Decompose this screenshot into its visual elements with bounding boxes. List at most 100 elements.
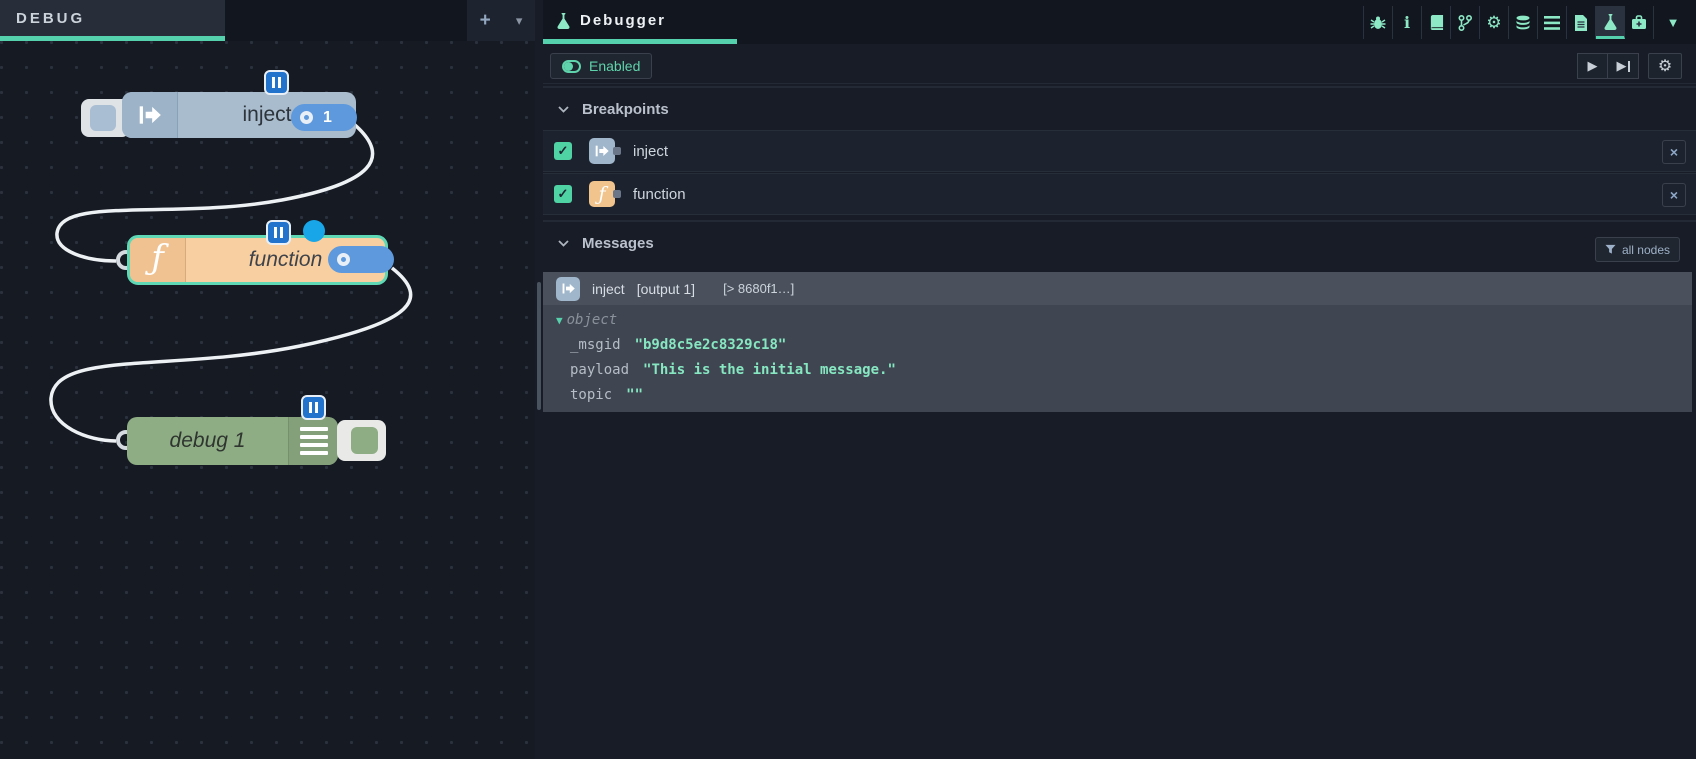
object-root-label: object	[567, 312, 618, 328]
inject-queue-count: 1	[323, 109, 332, 127]
field-key: payload	[570, 362, 629, 378]
debug-message[interactable]: inject [output 1] [> 8680f1…] ▼ object _…	[543, 272, 1692, 412]
add-flow-button[interactable]: +	[480, 11, 491, 30]
play-button[interactable]: ▶	[1577, 53, 1608, 79]
chevron-down-icon	[558, 106, 569, 113]
port-stub	[613, 190, 621, 198]
debugger-settings-button[interactable]: ⚙	[1648, 53, 1682, 79]
filter-label: all nodes	[1622, 243, 1670, 257]
bug-icon[interactable]	[1364, 6, 1393, 39]
node-debug[interactable]: debug 1	[127, 417, 338, 465]
debug-node-label: debug 1	[127, 417, 288, 465]
field-value: "This is the initial message."	[643, 362, 896, 378]
info-icon[interactable]: i	[1393, 6, 1422, 39]
debugger-sidebar: Debugger i ⚙	[543, 0, 1696, 759]
canvas-dot-grid	[0, 41, 535, 759]
message-field-row: topic ""	[570, 387, 896, 403]
flow-tab-bar: DEBUG + ▾	[0, 0, 535, 41]
database-icon[interactable]	[1509, 6, 1538, 39]
function-breakpoint-pause-badge[interactable]	[266, 220, 291, 245]
flask-icon	[556, 12, 571, 29]
breakpoint-checkbox[interactable]: ✓	[554, 185, 572, 203]
queue-ring-icon	[300, 111, 313, 124]
panel-scrollbar-thumb[interactable]	[537, 282, 541, 410]
debug-enable-toggle-button[interactable]	[337, 420, 386, 461]
function-queued-count-badge[interactable]	[328, 246, 394, 273]
field-value: "b9d8c5e2c8329c18"	[635, 337, 787, 353]
document-icon[interactable]	[1567, 6, 1596, 39]
message-field-row: _msgid "b9d8c5e2c8329c18"	[570, 337, 896, 353]
message-id-link[interactable]: [> 8680f1…]	[723, 281, 794, 296]
message-object-tree: ▼ object _msgid "b9d8c5e2c8329c18" paylo…	[556, 312, 896, 403]
gear-icon[interactable]: ⚙	[1480, 6, 1509, 39]
play-icon: ▶	[1588, 58, 1598, 74]
panel-divider	[535, 0, 543, 759]
breakpoint-label: inject	[633, 143, 668, 160]
breakpoint-checkbox[interactable]: ✓	[554, 142, 572, 160]
breakpoint-row-function: ✓ ƒ function ×	[543, 173, 1696, 215]
queue-ring-icon	[337, 253, 350, 266]
function-glyph: ƒ	[151, 238, 164, 278]
function-mini-icon: ƒ	[589, 181, 615, 207]
object-root-toggle[interactable]: ▼ object	[556, 312, 896, 328]
run-controls: ▶ ▶	[1577, 53, 1639, 79]
remove-breakpoint-button[interactable]: ×	[1662, 140, 1686, 164]
message-filter-button[interactable]: all nodes	[1595, 237, 1680, 262]
messages-section-header[interactable]: Messages all nodes	[543, 220, 1696, 264]
close-icon: ×	[1670, 144, 1678, 160]
inject-mini-icon	[556, 277, 580, 301]
triangle-down-icon: ▼	[556, 314, 563, 327]
breakpoint-row-inject: ✓ inject ×	[543, 130, 1696, 172]
field-key: topic	[570, 387, 612, 403]
chevron-down-icon	[558, 240, 569, 247]
field-key: _msgid	[570, 337, 621, 353]
sidebar-header: Debugger i ⚙	[543, 0, 1696, 44]
gear-icon: ⚙	[1658, 56, 1672, 76]
remove-breakpoint-button[interactable]: ×	[1662, 183, 1686, 207]
port-stub	[613, 147, 621, 155]
breakpoints-section-header[interactable]: Breakpoints	[543, 86, 1696, 130]
flow-tab-debug[interactable]: DEBUG	[0, 0, 225, 41]
function-changed-dot	[303, 220, 325, 242]
breakpoints-title: Breakpoints	[582, 101, 669, 118]
inject-breakpoint-pause-badge[interactable]	[264, 70, 289, 95]
message-field-row: payload "This is the initial message."	[570, 362, 896, 378]
branch-icon[interactable]	[1451, 6, 1480, 39]
close-icon: ×	[1670, 187, 1678, 203]
inject-trigger-inner	[90, 105, 116, 131]
chevron-down-icon[interactable]: ▼	[1660, 6, 1686, 39]
sidebar-title-text: Debugger	[580, 12, 666, 29]
debugger-toolbar: Enabled ▶ ▶ ⚙	[543, 44, 1696, 84]
list-icon[interactable]	[1538, 6, 1567, 39]
sidebar-title: Debugger	[556, 12, 666, 29]
inject-mini-icon	[589, 138, 615, 164]
inject-queued-count-badge[interactable]: 1	[291, 104, 357, 131]
node-red-debugger-screen: DEBUG + ▾ inject 1 ƒ	[0, 0, 1696, 759]
message-meta-row: inject [output 1] [> 8680f1…]	[543, 272, 1692, 305]
filter-icon	[1605, 244, 1616, 255]
debug-toggle-inner	[351, 427, 378, 454]
toggle-icon	[562, 60, 581, 73]
flask-icon[interactable]	[1596, 6, 1625, 39]
flow-canvas[interactable]: DEBUG + ▾ inject 1 ƒ	[0, 0, 535, 759]
book-icon[interactable]	[1422, 6, 1451, 39]
debug-icon	[288, 417, 338, 465]
flow-list-chevron-icon[interactable]: ▾	[516, 13, 523, 29]
step-icon: ▶	[1617, 58, 1627, 74]
toolbox-icon[interactable]	[1625, 6, 1654, 39]
message-source-node: inject	[592, 281, 625, 297]
check-icon: ✓	[558, 143, 569, 159]
flow-tab-actions: + ▾	[467, 0, 535, 41]
function-icon: ƒ	[130, 238, 186, 282]
debugger-enabled-toggle[interactable]: Enabled	[550, 53, 652, 79]
debug-breakpoint-pause-badge[interactable]	[301, 395, 326, 420]
messages-title: Messages	[582, 235, 654, 252]
check-icon: ✓	[558, 186, 569, 202]
breakpoint-label: function	[633, 186, 686, 203]
enabled-label: Enabled	[589, 58, 640, 74]
message-output-label: [output 1]	[637, 281, 695, 297]
sidebar-tab-strip: i ⚙	[1363, 6, 1654, 39]
field-value: ""	[626, 387, 643, 403]
flow-tab-label: DEBUG	[16, 10, 85, 27]
step-next-button[interactable]: ▶	[1608, 53, 1639, 79]
